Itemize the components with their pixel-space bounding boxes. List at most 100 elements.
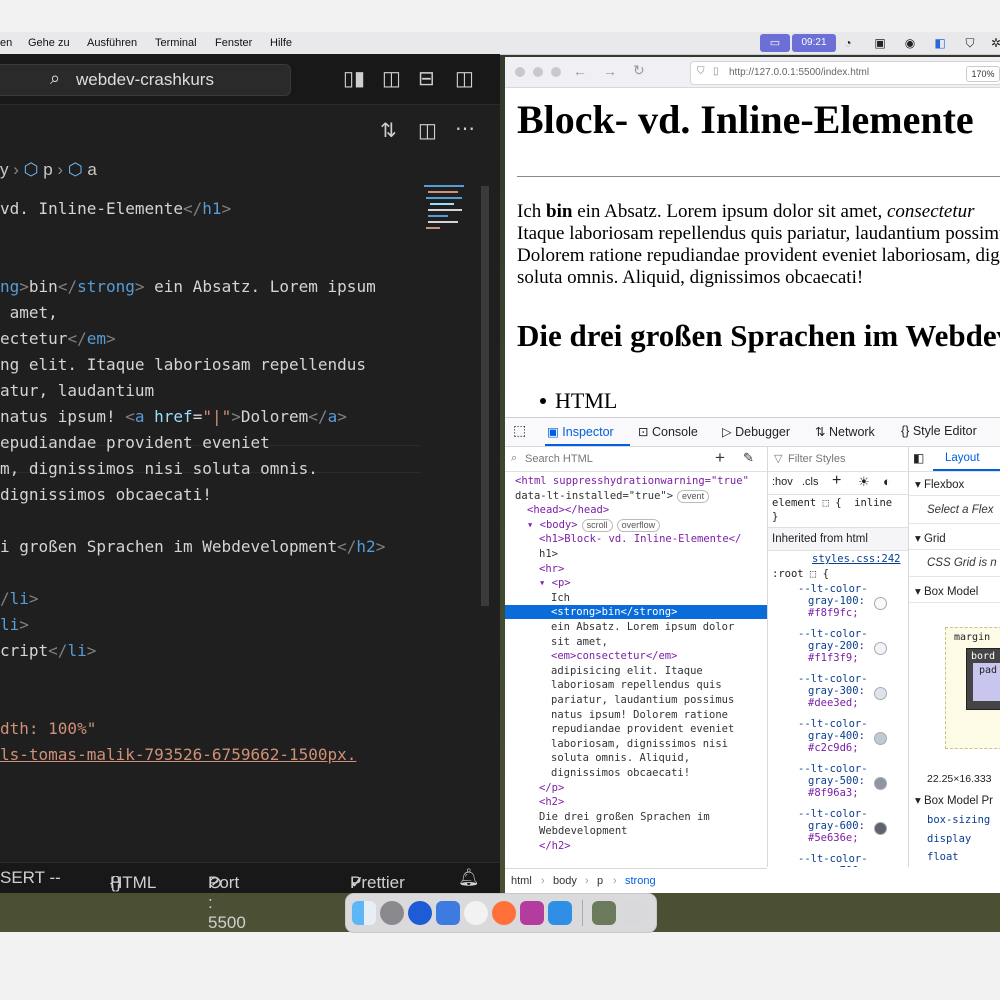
system-settings-icon[interactable]: [380, 901, 404, 925]
code-line[interactable]: atur, laudantium: [0, 378, 154, 404]
screen-share-icon[interactable]: ▭: [760, 34, 790, 52]
html-node[interactable]: adipisicing elit. Itaque: [551, 664, 703, 678]
hover-states-button[interactable]: :hov: [772, 476, 793, 488]
layout-pane[interactable]: ◧ Layout ▾ Flexbox Select a Flex ▾ Grid …: [909, 447, 1000, 867]
menu-item[interactable]: Terminal: [155, 37, 197, 49]
html-node[interactable]: laboriosam, dignissimos nisi: [551, 737, 728, 751]
code-line[interactable]: cript</li>: [0, 638, 96, 664]
more-actions-icon[interactable]: ⋯: [455, 117, 475, 141]
code-line[interactable]: ng elit. Itaque laboriosam repellendus: [0, 352, 366, 378]
css-variable[interactable]: --lt-color-gray-400: #c2c9d6;: [768, 718, 908, 754]
downloads-stack-icon[interactable]: [592, 901, 616, 925]
tab-debugger[interactable]: ▷ Debugger: [722, 424, 790, 439]
crumb-p[interactable]: p: [597, 875, 603, 887]
html-node[interactable]: repudiandae provident eveniet: [551, 722, 734, 736]
pick-element-icon[interactable]: ⬚: [513, 422, 526, 439]
css-variable[interactable]: --lt-color-gray-300: #dee3ed;: [768, 673, 908, 709]
root-selector[interactable]: :root ⬚ {: [772, 568, 829, 580]
node-badge[interactable]: scroll: [581, 518, 613, 532]
dark-mode-icon[interactable]: ◐: [883, 474, 891, 489]
bell-icon[interactable]: 🔔︎: [458, 868, 480, 888]
trash-icon[interactable]: [622, 901, 646, 925]
bitwarden-icon[interactable]: [436, 901, 460, 925]
code-line[interactable]: epudiandae provident eveniet: [0, 430, 270, 456]
html-node[interactable]: dignissimos obcaecati!: [551, 766, 690, 780]
html-node[interactable]: sit amet,: [551, 635, 608, 649]
crumb-body[interactable]: body: [553, 875, 577, 887]
color-swatch[interactable]: [874, 732, 887, 745]
html-tree-pane[interactable]: ⌕ Search HTML + ✎ <html suppresshydratio…: [505, 447, 768, 867]
code-line[interactable]: m, dignissimos nisi soluta omnis.: [0, 456, 318, 482]
html-node[interactable]: Ich: [551, 591, 570, 605]
account-icon[interactable]: ◉: [902, 35, 918, 51]
html-node[interactable]: <em>consectetur</em>: [551, 649, 677, 663]
box-model-padding[interactable]: pad: [973, 663, 1000, 701]
breadcrumb-item[interactable]: y › ⬡ p › ⬡ a: [0, 160, 97, 180]
minimize-button[interactable]: [533, 67, 543, 77]
tab-layout[interactable]: Layout: [945, 452, 980, 464]
toggle-sidebar-icon[interactable]: ◫: [382, 67, 401, 91]
photos-icon[interactable]: [464, 901, 488, 925]
html-node[interactable]: </p>: [539, 781, 564, 795]
menu-item[interactable]: Hilfe: [270, 37, 292, 49]
app-icon[interactable]: ◧: [932, 35, 948, 51]
split-editor-icon[interactable]: ◫: [418, 119, 437, 143]
code-line[interactable]: vd. Inline-Elemente</h1>: [0, 196, 231, 222]
clock[interactable]: 09:21: [792, 34, 836, 52]
html-node[interactable]: h1>: [539, 547, 558, 561]
html-node[interactable]: ein Absatz. Lorem ipsum dolor: [551, 620, 734, 634]
tab-console[interactable]: ⊡ Console: [638, 424, 698, 439]
forward-icon[interactable]: →: [603, 63, 617, 79]
firefox-icon[interactable]: [492, 901, 516, 925]
grid-section[interactable]: ▾ Grid: [915, 531, 946, 545]
html-node[interactable]: pariatur, laudantium possimus: [551, 693, 734, 707]
menu-item[interactable]: Ausführen: [87, 37, 137, 49]
html-node[interactable]: Die drei großen Sprachen im: [539, 810, 710, 824]
html-node[interactable]: laboriosam repellendus quis: [551, 678, 722, 692]
css-variable[interactable]: --lt-color-gray-100: #f8f9fc;: [768, 583, 908, 619]
code-line[interactable]: ng>bin</strong> ein Absatz. Lorem ipsum: [0, 274, 376, 300]
boxmodel-section[interactable]: ▾ Box Model: [915, 584, 978, 598]
editor-scrollbar[interactable]: [481, 186, 489, 606]
box-model-margin[interactable]: margin bord pad: [945, 627, 1000, 749]
css-variable[interactable]: --lt-color-gray-700:: [768, 853, 908, 867]
toggle-secondary-sidebar-icon[interactable]: ◫: [455, 67, 474, 91]
url-bar[interactable]: ⛉ ▯ http://127.0.0.1:5500/index.html 170…: [690, 61, 1000, 85]
shield-icon[interactable]: ⛉: [962, 35, 978, 51]
menu-item[interactable]: Fenster: [215, 37, 252, 49]
html-node[interactable]: ▾ <body> scroll overflow: [527, 518, 661, 532]
html-node[interactable]: </h2>: [539, 839, 571, 853]
search-html-input[interactable]: Search HTML: [525, 453, 593, 465]
minimap[interactable]: [424, 185, 486, 325]
vscode-icon[interactable]: [548, 901, 572, 925]
element-rule[interactable]: element ⬚ { inline: [772, 497, 892, 509]
reload-icon[interactable]: ↻: [633, 62, 645, 79]
code-line[interactable]: dignissimos obcaecati!: [0, 482, 212, 508]
color-swatch[interactable]: [874, 777, 887, 790]
css-variable[interactable]: --lt-color-gray-200: #f1f3f9;: [768, 628, 908, 664]
back-icon[interactable]: ←: [573, 63, 587, 79]
affinity-icon[interactable]: [520, 901, 544, 925]
filter-styles-input[interactable]: Filter Styles: [788, 453, 845, 465]
code-line[interactable]: i großen Sprachen im Webdevelopment</h2>: [0, 534, 385, 560]
node-badge[interactable]: event: [677, 489, 710, 503]
color-swatch[interactable]: [874, 642, 887, 655]
zoom-indicator[interactable]: 170%: [966, 66, 1000, 82]
rules-pane[interactable]: ▽ Filter Styles :hov .cls + ☀ ◐ element …: [768, 447, 909, 867]
flexbox-section[interactable]: ▾ Flexbox: [915, 477, 964, 491]
html-node[interactable]: <head></head>: [527, 503, 609, 517]
settings-icon[interactable]: ✲: [988, 35, 1000, 51]
html-search[interactable]: ⌕ Search HTML + ✎: [505, 447, 767, 472]
finder-icon[interactable]: [352, 901, 376, 925]
firefox-developer-icon[interactable]: [408, 901, 432, 925]
code-line[interactable]: dth: 100%": [0, 716, 96, 742]
node-badge[interactable]: overflow: [616, 518, 661, 532]
camera-icon[interactable]: ▣: [872, 35, 888, 51]
code-line[interactable]: ls-tomas-malik-793526-6759662-1500px.: [0, 742, 356, 768]
toggle-panel-icon[interactable]: ⊟: [418, 67, 435, 91]
add-rule-icon[interactable]: +: [832, 472, 841, 490]
code-line[interactable]: amet,: [0, 300, 58, 326]
close-button[interactable]: [515, 67, 525, 77]
sidebar-toggle-icon[interactable]: ◧: [913, 451, 924, 465]
css-variable[interactable]: --lt-color-gray-500: #8f96a3;: [768, 763, 908, 799]
